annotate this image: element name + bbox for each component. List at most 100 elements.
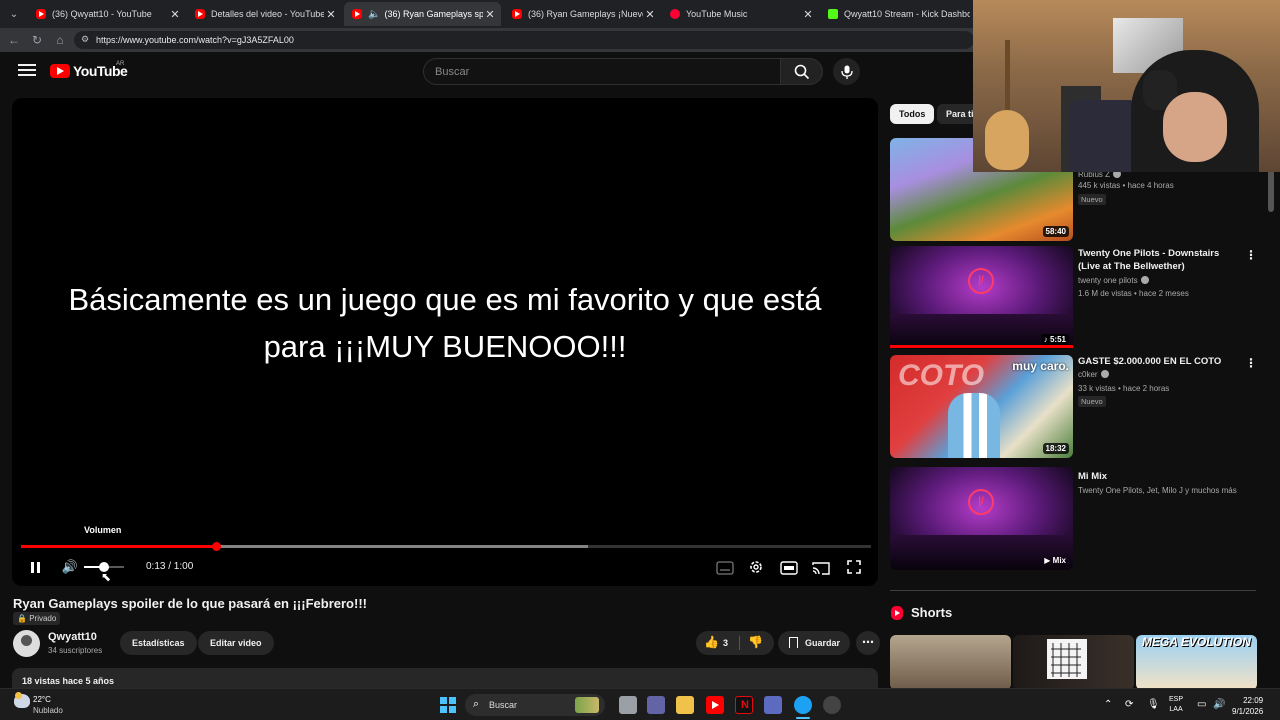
teams-icon[interactable] <box>647 696 665 714</box>
thumbnail-overlay-text: muy caro. <box>1012 359 1069 373</box>
related-meta: 1.6 M de vistas • hace 2 meses <box>1078 289 1189 298</box>
url-text[interactable]: https://www.youtube.com/watch?v=gJ3A5ZFA… <box>96 35 294 45</box>
taskbar-search[interactable]: ⌕ Buscar <box>465 694 605 716</box>
pause-button[interactable] <box>28 558 42 576</box>
search-icon <box>794 64 809 79</box>
channel-name[interactable]: Qwyatt10 <box>48 631 97 643</box>
short-thumbnail-text: MEGA EVOLUTION <box>1142 635 1251 649</box>
webcam-overlay <box>973 0 1280 172</box>
browser-tab[interactable]: Detalles del video - YouTube Studio ✕ <box>187 2 342 26</box>
search-placeholder: Buscar <box>435 66 470 78</box>
search-input[interactable]: Buscar <box>423 58 781 85</box>
mouse-cursor-icon: ⬉ <box>101 570 112 584</box>
more-actions-icon[interactable]: ⋮ <box>1245 248 1257 262</box>
close-tab-icon[interactable]: ✕ <box>801 8 815 21</box>
file-explorer-icon[interactable] <box>676 696 694 714</box>
close-tab-icon[interactable]: ✕ <box>324 8 338 21</box>
microphone-icon <box>840 65 853 79</box>
shorts-icon <box>891 606 903 620</box>
obs-icon[interactable] <box>823 696 841 714</box>
browser-tab-active[interactable]: 🔈 (36) Ryan Gameplays spoiler de ✕ <box>344 2 501 26</box>
weather-temp[interactable]: 22°C <box>33 695 51 704</box>
tray-overflow-icon[interactable]: ⌃ <box>1104 699 1112 710</box>
search-button[interactable] <box>781 58 823 85</box>
task-view-icon[interactable] <box>619 696 637 714</box>
more-options-icon[interactable]: ⋯ <box>856 631 880 655</box>
browser-tab[interactable]: Qwyatt10 Stream - Kick Dashboard <box>820 2 970 26</box>
speaker-tray-icon[interactable]: 🔊 <box>1213 699 1225 710</box>
tab-audio-icon[interactable]: 🔈 <box>368 9 380 20</box>
active-app-indicator <box>796 717 810 719</box>
theater-mode-icon[interactable] <box>780 559 798 577</box>
kick-icon <box>828 9 838 19</box>
edit-video-button[interactable]: Editar video <box>198 631 274 655</box>
short-thumbnail[interactable] <box>890 635 1011 690</box>
related-title[interactable]: Twenty One Pilots - Downstairs (Live at … <box>1078 247 1238 273</box>
netflix-icon[interactable] <box>735 696 753 714</box>
close-tab-icon[interactable]: ✕ <box>168 8 182 21</box>
guitar-image <box>985 40 1029 170</box>
browser-tab[interactable]: YouTube Music ✕ <box>662 2 819 26</box>
tab-search-menu-icon[interactable]: ⌄ <box>4 4 24 24</box>
voice-search-button[interactable] <box>833 58 860 85</box>
like-icon[interactable]: 👍 <box>704 635 719 649</box>
save-button[interactable]: Guardar <box>778 631 850 655</box>
site-info-icon[interactable]: ⚙ <box>81 34 89 45</box>
fullscreen-icon[interactable] <box>846 558 862 576</box>
subtitles-icon[interactable] <box>716 559 734 577</box>
short-thumbnail[interactable]: MEGA EVOLUTION <box>1136 635 1257 690</box>
progress-bar[interactable] <box>21 542 871 551</box>
volume-slider[interactable] <box>84 562 124 572</box>
network-icon[interactable]: ▭ <box>1197 699 1206 710</box>
edge-browser-icon[interactable] <box>794 696 812 714</box>
youtube-play-icon <box>50 64 70 78</box>
related-channel[interactable]: twenty one pilots <box>1078 276 1149 285</box>
close-tab-icon[interactable]: ✕ <box>483 8 497 21</box>
input-language[interactable]: ESP LAA <box>1169 695 1183 715</box>
video-duration: 58:40 <box>1042 226 1069 237</box>
back-icon[interactable]: ← <box>6 32 22 48</box>
volume-icon[interactable]: 🔊 <box>62 558 78 576</box>
home-icon[interactable]: ⌂ <box>52 32 68 48</box>
weather-cloudy-icon[interactable] <box>14 692 30 708</box>
windows-start-icon[interactable] <box>440 697 456 713</box>
channel-avatar[interactable] <box>13 630 40 657</box>
youtube-app-icon[interactable] <box>706 696 724 714</box>
chip-all[interactable]: Todos <box>890 104 935 124</box>
settings-gear-icon[interactable] <box>748 558 764 576</box>
address-bar[interactable]: ⚙ https://www.youtube.com/watch?v=gJ3A5Z… <box>74 31 974 49</box>
reload-icon[interactable]: ↻ <box>29 32 45 48</box>
hamburger-menu-icon[interactable] <box>18 64 36 78</box>
like-divider <box>739 636 740 650</box>
youtube-logo[interactable]: YouTube AR <box>50 61 128 79</box>
browser-tab[interactable]: (36) Ryan Gameplays ¡Nuevo Sec ✕ <box>504 2 661 26</box>
sidebar-scrollbar[interactable] <box>1268 170 1274 212</box>
related-thumbnail[interactable]: COTO muy caro. 18:32 <box>890 355 1073 458</box>
privacy-badge: 🔒 Privado <box>13 612 61 625</box>
sync-icon[interactable]: ⟳ <box>1125 699 1133 710</box>
microphone-tray-icon[interactable]: 🎙 <box>1147 699 1160 710</box>
related-title[interactable]: Mi Mix <box>1078 470 1238 483</box>
more-actions-icon[interactable]: ⋮ <box>1245 356 1257 370</box>
search-icon: ⌕ <box>473 698 480 710</box>
related-channel[interactable]: c0ker <box>1078 370 1109 379</box>
video-player[interactable]: Básicamente es un juego que es mi favori… <box>12 98 878 586</box>
shorts-heading: Shorts <box>911 605 953 620</box>
dislike-icon[interactable]: 👎 <box>748 635 763 649</box>
new-badge: Nuevo <box>1078 194 1106 205</box>
progress-scrubber[interactable] <box>211 542 221 551</box>
system-clock[interactable]: 22:09 9/1/2026 <box>1232 695 1263 717</box>
browser-tab[interactable]: (36) Qwyatt10 - YouTube ✕ <box>28 2 186 26</box>
weather-desc[interactable]: Nublado <box>33 706 63 715</box>
close-tab-icon[interactable]: ✕ <box>643 8 657 21</box>
microsoft-store-icon[interactable] <box>764 696 782 714</box>
mix-badge: ▶ Mix <box>1044 556 1066 565</box>
mix-thumbnail[interactable]: |/ ▶ Mix <box>890 467 1073 570</box>
analytics-button[interactable]: Estadísticas <box>120 631 197 655</box>
short-thumbnail[interactable] <box>1013 635 1134 690</box>
time-display: 0:13 / 1:00 <box>146 561 194 572</box>
related-title[interactable]: GASTE $2.000.000 EN EL COTO <box>1078 355 1238 368</box>
related-meta: 33 k vistas • hace 2 horas <box>1078 384 1170 393</box>
related-thumbnail[interactable]: |/ ♪ 5:51 <box>890 246 1073 349</box>
cast-icon[interactable] <box>812 559 830 577</box>
